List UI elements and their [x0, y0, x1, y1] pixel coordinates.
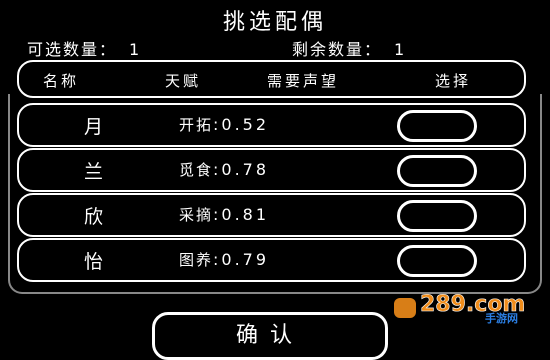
- candidate-name: 怡: [84, 251, 104, 273]
- candidate-row[interactable]: 欣 采摘:0.81: [17, 193, 526, 237]
- select-toggle[interactable]: [397, 155, 477, 187]
- candidate-row[interactable]: 月 开拓:0.52: [17, 103, 526, 147]
- select-toggle[interactable]: [397, 110, 477, 142]
- header-talent: 天赋: [165, 72, 202, 90]
- confirm-button[interactable]: 确认: [152, 312, 388, 360]
- candidate-talent: 采摘:0.81: [179, 204, 269, 225]
- header-name: 名称: [43, 72, 80, 90]
- remaining-count-value: 1: [394, 40, 407, 59]
- talent-type: 采摘: [179, 206, 214, 224]
- candidate-row[interactable]: 兰 觅食:0.78: [17, 148, 526, 192]
- candidate-row[interactable]: 怡 图养:0.79: [17, 238, 526, 282]
- table-header: 名称 天赋 需要声望 选择: [17, 60, 526, 98]
- candidate-name: 月: [84, 116, 104, 138]
- watermark-sub: 手游网: [485, 311, 518, 324]
- talent-type: 觅食: [179, 161, 214, 179]
- select-toggle[interactable]: [397, 245, 477, 277]
- remaining-count: 剩余数量： 1: [292, 36, 406, 60]
- talent-value: :0.79: [213, 250, 270, 269]
- select-toggle[interactable]: [397, 200, 477, 232]
- candidate-name: 欣: [84, 206, 104, 228]
- selectable-count-value: 1: [129, 40, 142, 59]
- talent-type: 图养: [179, 251, 214, 269]
- candidate-talent: 觅食:0.78: [179, 159, 269, 180]
- remaining-count-label: 剩余数量：: [292, 40, 383, 59]
- site-watermark-logo: 289.com 手游网: [394, 292, 526, 324]
- talent-type: 开拓: [179, 116, 214, 134]
- selectable-count: 可选数量： 1: [27, 36, 141, 60]
- talent-value: :0.52: [213, 115, 270, 134]
- talent-value: :0.78: [213, 160, 270, 179]
- selectable-count-label: 可选数量：: [27, 40, 118, 59]
- talent-value: :0.81: [213, 205, 270, 224]
- candidate-name: 兰: [84, 161, 104, 183]
- page-title: 挑选配偶: [222, 10, 327, 35]
- header-pick: 选择: [435, 72, 472, 90]
- header-requirement: 需要声望: [267, 72, 340, 90]
- candidate-talent: 开拓:0.52: [179, 114, 269, 135]
- candidate-talent: 图养:0.79: [179, 249, 269, 270]
